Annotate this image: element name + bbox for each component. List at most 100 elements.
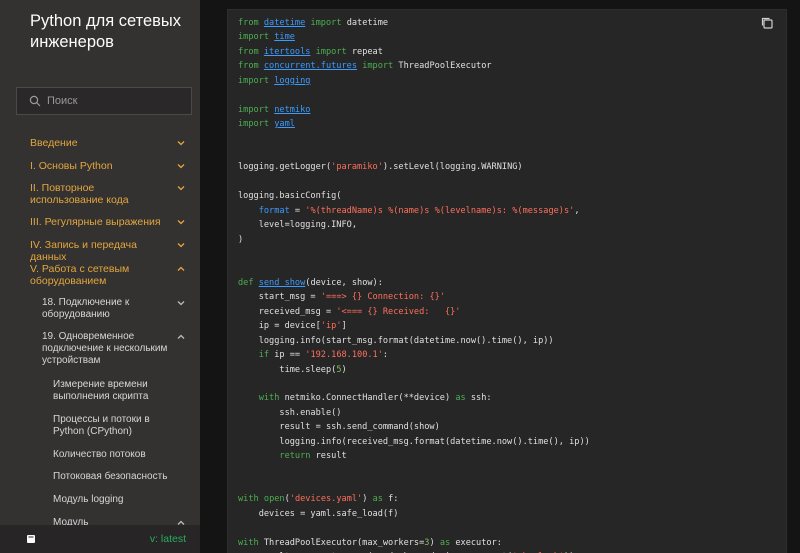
chevron-down-icon[interactable] [176, 217, 186, 227]
sidebar-item-8[interactable]: 19. Одновременное подключение к нескольк… [0, 331, 200, 369]
code-line: logging.basicConfig( [238, 189, 590, 203]
code-token: logging.info(received_msg.format(datetim… [238, 436, 590, 447]
code-token: ) [429, 537, 440, 548]
code-block: from datetime import datetime import time… [227, 9, 787, 553]
sidebar-item-label: V. Работа с сетевым оборудованием [30, 263, 130, 287]
chevron-up-icon[interactable] [176, 332, 186, 342]
code-token: import [357, 61, 399, 72]
code-line: level=logging.INFO, [238, 218, 590, 232]
code-token: ] [341, 321, 347, 332]
main-content: from datetime import datetime import time… [200, 0, 800, 553]
code-token: itertools [263, 46, 311, 57]
code-line: result = ssh.send_command(show) [238, 420, 590, 434]
chevron-up-icon[interactable] [176, 264, 186, 274]
code-line: from datetime import datetime [238, 16, 590, 30]
search-input[interactable] [47, 95, 187, 107]
code-token: ) [362, 494, 373, 505]
code-token: logging.basicConfig( [238, 191, 342, 202]
sidebar-item-5[interactable]: IV. Запись и передача данных [0, 239, 200, 263]
code-line: start_msg = '===> {} Connection: {}' [238, 290, 590, 304]
sidebar-item-2[interactable]: I. Основы Python [0, 160, 200, 174]
code-token: ) [341, 364, 347, 375]
code-token: from [238, 18, 264, 28]
sidebar-item-1[interactable]: Введение [0, 137, 200, 151]
code-line: import yaml [238, 117, 590, 131]
code-token: result [310, 451, 347, 462]
code-token: '192.168.100.1' [305, 350, 383, 361]
code-token: time.sleep( [238, 364, 337, 375]
code-listing: from datetime import datetime import time… [238, 16, 590, 553]
code-token: result = ssh.send_command(show) [238, 422, 440, 433]
sidebar-item-label: Измерение времени выполнения скрипта [53, 379, 149, 402]
code-line: logging.info(received_msg.format(datetim… [238, 435, 590, 449]
code-line: import netmiko [238, 103, 590, 117]
code-token: time [274, 32, 295, 43]
code-line: logging.info(start_msg.format(datetime.n… [238, 334, 590, 348]
site-title[interactable]: Python для сетевых инженеров [30, 11, 190, 53]
code-token: format [258, 205, 290, 216]
code-token: f: [382, 494, 399, 505]
chevron-down-icon[interactable] [176, 240, 186, 250]
code-token: logging.getLogger( [238, 162, 332, 173]
code-line: with netmiko.ConnectHandler(**device) as… [238, 391, 590, 405]
sidebar-item-label: Модуль logging [53, 494, 124, 505]
sidebar-item-label: IV. Запись и передача данных [30, 239, 137, 263]
code-line: return result [238, 449, 590, 463]
sidebar-item-3[interactable]: II. Повторное использование кода [0, 182, 200, 208]
sidebar-item-12[interactable]: Потоковая безопасность [0, 471, 200, 485]
sidebar-item-13[interactable]: Модуль logging [0, 494, 200, 508]
sidebar-item-9[interactable]: Измерение времени выполнения скрипта [0, 379, 200, 405]
code-line: with open('devices.yaml') as f: [238, 492, 590, 506]
code-token: devices = yaml.safe_load(f) [238, 508, 399, 519]
chevron-down-icon[interactable] [176, 183, 186, 193]
code-line: devices = yaml.safe_load(f) [238, 507, 590, 521]
sidebar-item-label: II. Повторное использование кода [30, 182, 129, 206]
code-token: return [279, 451, 311, 462]
code-token: '%(threadName)s %(name)s %(levelname)s: … [305, 205, 575, 216]
sidebar-item-label: 18. Подключение к оборудованию [42, 297, 130, 320]
book-icon[interactable] [26, 534, 36, 544]
code-token: ).setLevel(logging.WARNING) [382, 162, 523, 173]
code-line: if ip == '192.168.100.1': [238, 348, 590, 362]
sidebar-item-10[interactable]: Процессы и потоки в Python (CPython) [0, 414, 200, 440]
sidebar-item-11[interactable]: Количество потоков [0, 449, 200, 463]
code-token: '<=== {} Received: {}' [336, 306, 461, 317]
chevron-down-icon[interactable] [176, 161, 186, 171]
sidebar-item-7[interactable]: 18. Подключение к оборудованию [0, 297, 200, 323]
search-box[interactable] [16, 87, 192, 115]
code-token: with [238, 537, 259, 548]
code-token: from [238, 46, 264, 57]
code-line: import time [238, 30, 590, 44]
version-label[interactable]: v: latest [150, 533, 186, 545]
code-line: from concurrent.futures import ThreadPoo… [238, 59, 590, 73]
code-token: from [238, 61, 264, 72]
code-token: received_msg = [238, 306, 337, 317]
code-token: 'ip' [320, 321, 342, 332]
sidebar-footer: v: latest [0, 525, 200, 553]
sidebar-item-6[interactable]: V. Работа с сетевым оборудованием [0, 263, 200, 289]
code-token: (device, show): [305, 277, 383, 288]
code-line: from itertools import repeat [238, 45, 590, 59]
sidebar-item-4[interactable]: III. Регулярные выражения [0, 216, 200, 230]
code-token: with [238, 494, 259, 505]
code-token: ip == [269, 350, 306, 361]
sidebar-item-label: Введение [30, 137, 78, 149]
copy-icon[interactable] [760, 16, 774, 30]
code-token: import [305, 18, 347, 28]
chevron-down-icon[interactable] [176, 298, 186, 308]
code-token: yaml [274, 119, 295, 130]
chevron-down-icon[interactable] [176, 138, 186, 148]
code-token: send_show [258, 277, 306, 288]
code-token: ssh.enable() [238, 407, 342, 418]
